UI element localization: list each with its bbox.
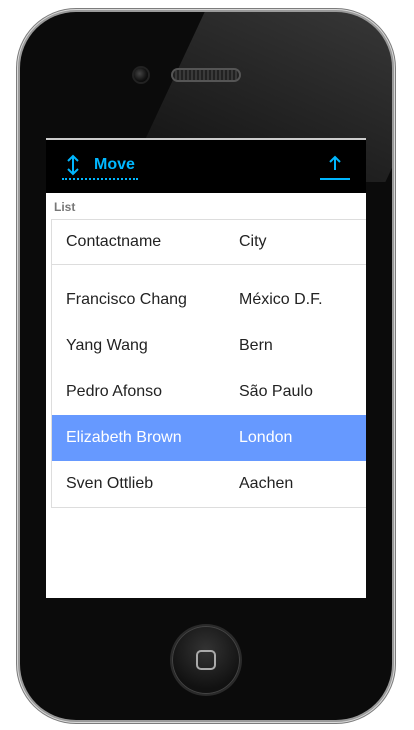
move-button[interactable]: Move bbox=[62, 152, 138, 180]
list-item[interactable]: Francisco Chang México D.F. bbox=[52, 277, 366, 323]
home-button[interactable] bbox=[172, 626, 240, 694]
contact-name: Sven Ottlieb bbox=[66, 475, 154, 492]
home-square-icon bbox=[196, 650, 216, 670]
vertical-arrows-icon bbox=[62, 154, 84, 176]
contact-name: Elizabeth Brown bbox=[66, 429, 182, 446]
contact-city: São Paulo bbox=[239, 383, 313, 400]
arrow-up-icon bbox=[329, 155, 341, 176]
list-item[interactable]: Pedro Afonso São Paulo bbox=[52, 369, 366, 415]
contact-name: Pedro Afonso bbox=[66, 383, 163, 400]
column-header-contactname: Contactname bbox=[66, 233, 162, 250]
contact-city: Aachen bbox=[239, 475, 294, 492]
phone-frame: Move List Contactname City Francisco Cha… bbox=[20, 12, 392, 720]
move-label: Move bbox=[94, 156, 135, 173]
contact-name: Francisco Chang bbox=[66, 291, 187, 308]
contact-name: Yang Wang bbox=[66, 337, 148, 354]
list-title: List bbox=[54, 200, 76, 214]
toolbar: Move bbox=[46, 138, 366, 193]
front-camera bbox=[134, 68, 148, 82]
app-screen: Move List Contactname City Francisco Cha… bbox=[46, 138, 366, 598]
contact-city: Bern bbox=[239, 337, 273, 354]
list-header-row: Contactname City bbox=[52, 220, 366, 265]
column-header-city: City bbox=[239, 233, 267, 250]
list-item-selected[interactable]: Elizabeth Brown London bbox=[52, 415, 366, 461]
contact-city: London bbox=[239, 429, 293, 446]
list-item[interactable]: Sven Ottlieb Aachen bbox=[52, 461, 366, 507]
earpiece-speaker bbox=[173, 70, 239, 80]
contact-list: Contactname City Francisco Chang México … bbox=[51, 219, 366, 508]
move-up-button[interactable] bbox=[320, 152, 350, 180]
list-item[interactable]: Yang Wang Bern bbox=[52, 323, 366, 369]
contact-city: México D.F. bbox=[239, 291, 323, 308]
